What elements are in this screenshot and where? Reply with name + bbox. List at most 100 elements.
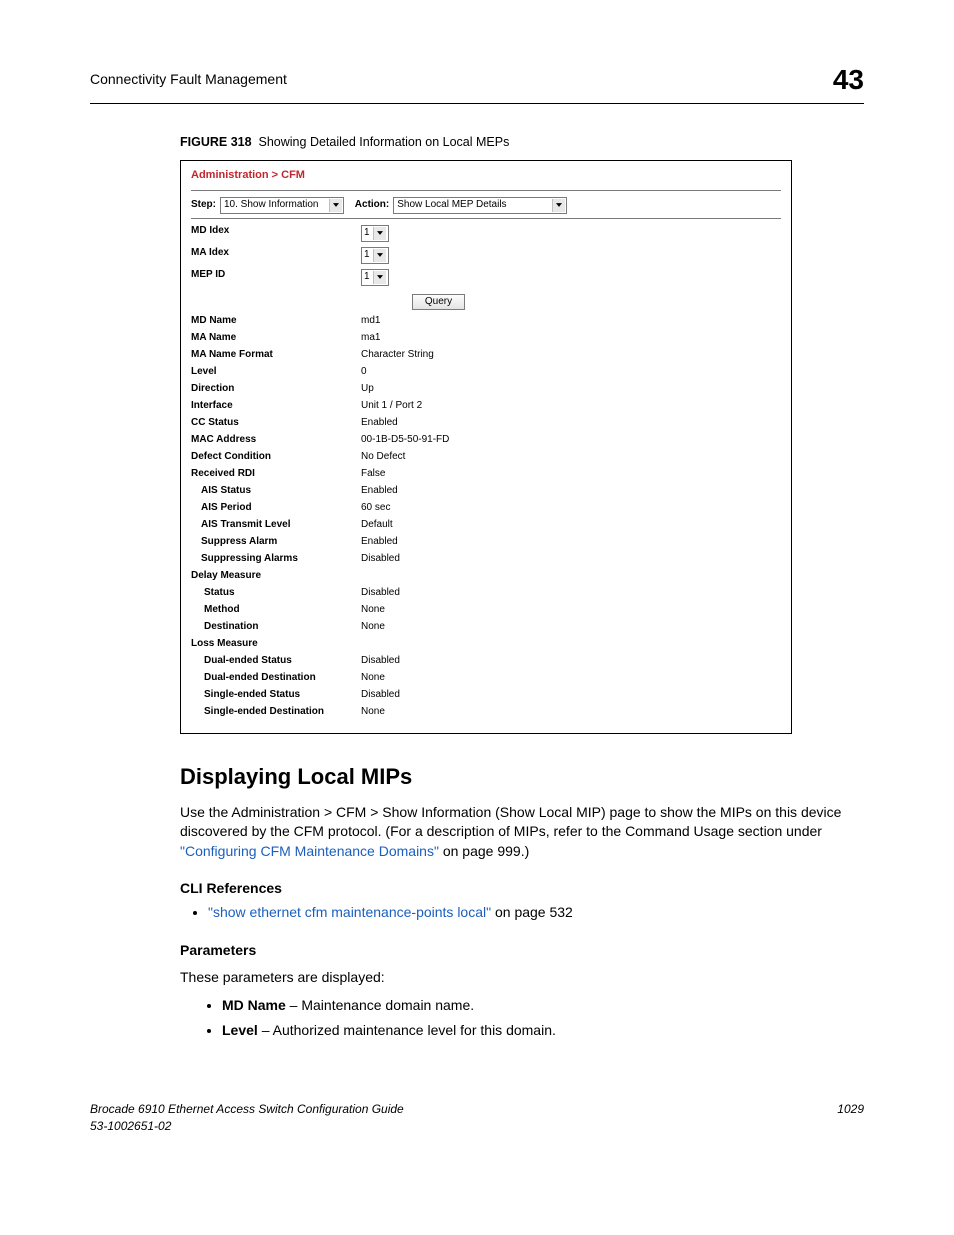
detail-value: md1	[361, 315, 380, 327]
chapter-number: 43	[833, 60, 864, 99]
detail-label: Dual-ended Status	[191, 655, 361, 667]
detail-label: Level	[191, 366, 361, 378]
detail-row: MA Name FormatCharacter String	[191, 349, 781, 361]
detail-row: MethodNone	[191, 604, 781, 616]
detail-label: AIS Period	[191, 502, 361, 514]
detail-row: Suppressing AlarmsDisabled	[191, 553, 781, 565]
breadcrumb: Administration > CFM	[191, 169, 781, 182]
detail-row: MAC Address00-1B-D5-50-91-FD	[191, 434, 781, 446]
action-select[interactable]: Show Local MEP Details	[393, 197, 567, 214]
step-label: Step:	[191, 199, 216, 211]
detail-row: DestinationNone	[191, 621, 781, 633]
parameter-name: MD Name	[222, 997, 286, 1013]
detail-label: MA Name Format	[191, 349, 361, 361]
detail-value: Disabled	[361, 553, 400, 565]
chevron-down-icon	[373, 227, 386, 240]
parameters-heading: Parameters	[180, 941, 864, 961]
page-number: 1029	[837, 1101, 864, 1135]
detail-row: AIS Transmit LevelDefault	[191, 519, 781, 531]
detail-label: Destination	[191, 621, 361, 633]
chevron-down-icon	[373, 271, 386, 284]
detail-row: AIS StatusEnabled	[191, 485, 781, 497]
detail-row: Defect ConditionNo Defect	[191, 451, 781, 463]
figure-number: FIGURE 318	[180, 135, 252, 149]
mep-id-label: MEP ID	[191, 269, 361, 286]
running-header: Connectivity Fault Management	[90, 70, 287, 90]
detail-label: Status	[191, 587, 361, 599]
detail-value: False	[361, 468, 385, 480]
chevron-down-icon	[329, 199, 342, 212]
detail-row: MD Namemd1	[191, 315, 781, 327]
detail-value: None	[361, 672, 385, 684]
footer-doc-number: 53-1002651-02	[90, 1118, 404, 1135]
query-button[interactable]: Query	[412, 294, 465, 310]
detail-row: Dual-ended DestinationNone	[191, 672, 781, 684]
detail-row: StatusDisabled	[191, 587, 781, 599]
detail-row: InterfaceUnit 1 / Port 2	[191, 400, 781, 412]
detail-value: No Defect	[361, 451, 405, 463]
step-select[interactable]: 10. Show Information	[220, 197, 344, 214]
mep-id-select[interactable]: 1	[361, 269, 389, 286]
chevron-down-icon	[373, 249, 386, 262]
intro-paragraph: Use the Administration > CFM > Show Info…	[180, 803, 864, 862]
cli-ref-item: "show ethernet cfm maintenance-points lo…	[208, 903, 864, 923]
figure-title: Showing Detailed Information on Local ME…	[259, 135, 510, 149]
detail-row: Single-ended StatusDisabled	[191, 689, 781, 701]
detail-row: Received RDIFalse	[191, 468, 781, 480]
detail-value: 0	[361, 366, 367, 378]
md-idex-label: MD Idex	[191, 225, 361, 242]
detail-value: None	[361, 604, 385, 616]
detail-label: Received RDI	[191, 468, 361, 480]
parameter-desc: – Authorized maintenance level for this …	[258, 1022, 556, 1038]
parameter-desc: – Maintenance domain name.	[286, 997, 474, 1013]
action-value: Show Local MEP Details	[395, 199, 549, 211]
detail-row: Delay Measure	[191, 570, 781, 582]
detail-label: Single-ended Status	[191, 689, 361, 701]
figure-caption: FIGURE 318 Showing Detailed Information …	[180, 134, 864, 152]
detail-row: Loss Measure	[191, 638, 781, 650]
cfm-screenshot: Administration > CFM Step: 10. Show Info…	[180, 160, 792, 734]
detail-label: Defect Condition	[191, 451, 361, 463]
chevron-down-icon	[552, 199, 565, 212]
md-idex-select[interactable]: 1	[361, 225, 389, 242]
ma-idex-select[interactable]: 1	[361, 247, 389, 264]
detail-label: Loss Measure	[191, 638, 361, 650]
detail-row: DirectionUp	[191, 383, 781, 395]
detail-row: CC StatusEnabled	[191, 417, 781, 429]
detail-label: Suppressing Alarms	[191, 553, 361, 565]
parameter-item: Level – Authorized maintenance level for…	[222, 1021, 864, 1041]
detail-value: Disabled	[361, 587, 400, 599]
ma-idex-value: 1	[364, 249, 370, 261]
link-cfm-domains[interactable]: "Configuring CFM Maintenance Domains"	[180, 843, 439, 859]
detail-value: 00-1B-D5-50-91-FD	[361, 434, 449, 446]
ma-idex-label: MA Idex	[191, 247, 361, 264]
detail-row: Level0	[191, 366, 781, 378]
detail-label: MAC Address	[191, 434, 361, 446]
detail-row: MA Namema1	[191, 332, 781, 344]
parameter-item: MD Name – Maintenance domain name.	[222, 996, 864, 1016]
detail-value: Enabled	[361, 536, 398, 548]
detail-value: Character String	[361, 349, 434, 361]
detail-label: Single-ended Destination	[191, 706, 361, 718]
mep-id-value: 1	[364, 271, 370, 283]
detail-label: MD Name	[191, 315, 361, 327]
md-idex-value: 1	[364, 227, 370, 239]
detail-value: Disabled	[361, 655, 400, 667]
detail-value: Disabled	[361, 689, 400, 701]
footer-doc-title: Brocade 6910 Ethernet Access Switch Conf…	[90, 1101, 404, 1118]
detail-value: Enabled	[361, 417, 398, 429]
detail-value: 60 sec	[361, 502, 390, 514]
step-value: 10. Show Information	[222, 199, 326, 211]
detail-value: Unit 1 / Port 2	[361, 400, 422, 412]
detail-label: Interface	[191, 400, 361, 412]
detail-value: Enabled	[361, 485, 398, 497]
detail-value: Up	[361, 383, 374, 395]
detail-label: Direction	[191, 383, 361, 395]
detail-label: Dual-ended Destination	[191, 672, 361, 684]
parameters-intro: These parameters are displayed:	[180, 968, 864, 988]
detail-row: Suppress AlarmEnabled	[191, 536, 781, 548]
detail-label: Suppress Alarm	[191, 536, 361, 548]
action-label: Action:	[355, 199, 389, 211]
link-show-ethernet-cfm[interactable]: "show ethernet cfm maintenance-points lo…	[208, 904, 491, 920]
detail-label: Method	[191, 604, 361, 616]
